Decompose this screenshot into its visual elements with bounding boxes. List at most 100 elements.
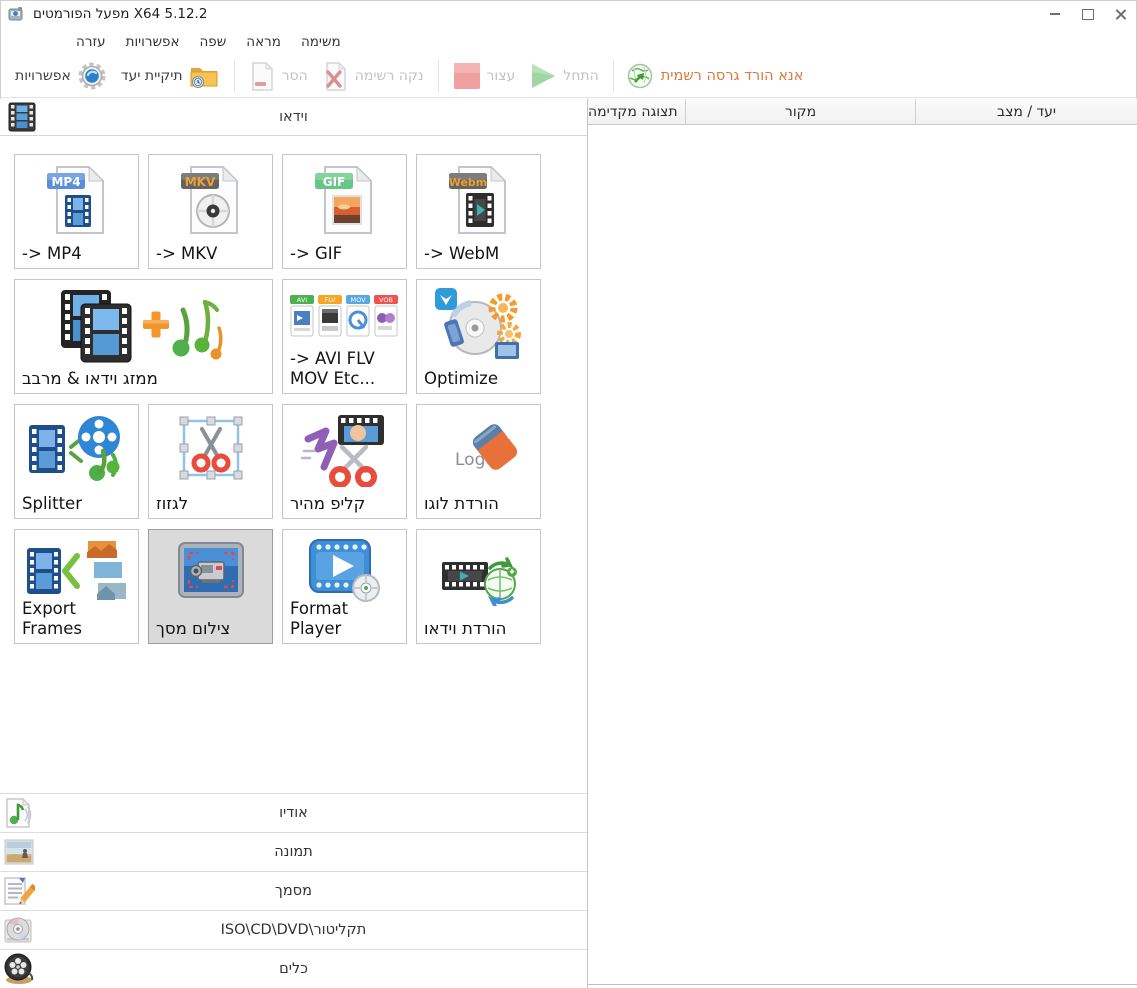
button-to-mkv[interactable]: MKV -> MKV — [148, 154, 273, 269]
button-label: קליפ מהיר — [290, 493, 366, 513]
section-label: אודיו — [279, 805, 308, 821]
screen-record-icon — [177, 542, 244, 598]
button-optimize[interactable]: Optimize — [416, 279, 541, 394]
section-rom-device[interactable]: תקליטור\ISO\CD\DVD — [0, 910, 587, 949]
stop-label: עצור — [486, 68, 516, 84]
options-button[interactable]: אפשרויות — [8, 58, 114, 94]
button-label: צילום מסך — [156, 618, 231, 638]
button-label: -> MP4 — [22, 243, 82, 263]
task-table-header: תצוגה מקדימה מקור יעד / מצב — [588, 99, 1137, 125]
webm-file-icon: Webm — [448, 165, 506, 234]
category-sections: אודיו תמונה מסמך תקליטור\ISO\CD\DVD כלים — [0, 793, 587, 988]
export-frames-icon — [26, 539, 128, 601]
menu-item-language[interactable]: שפה — [189, 31, 236, 53]
button-label: Format Player — [290, 598, 349, 638]
film-reel-icon — [4, 953, 34, 984]
menu-item-view[interactable]: מראה — [236, 31, 291, 53]
toolbar-separator — [233, 60, 235, 92]
output-folder-button[interactable]: תיקיית יעד — [114, 59, 227, 93]
clear-list-button[interactable]: נקה רשימה — [315, 59, 431, 94]
button-label: Splitter — [22, 493, 82, 513]
button-label: -> MKV — [156, 243, 218, 263]
section-picture[interactable]: תמונה — [0, 832, 587, 871]
button-label: -> WebM — [424, 243, 500, 263]
button-label: הורדת וידאו — [424, 618, 507, 638]
svg-text:FLV: FLV — [324, 296, 336, 304]
svg-text:MP4: MP4 — [51, 175, 80, 189]
remove-document-icon — [251, 61, 273, 91]
toolbar-separator — [612, 60, 614, 92]
titlebar: מפעל הפורמטים X64 5.12.2 — [0, 0, 1137, 28]
format-player-icon — [308, 539, 380, 602]
svg-text:MKV: MKV — [184, 175, 215, 189]
button-label: -> AVI FLV MOV Etc... — [290, 348, 376, 388]
audio-note-icon — [6, 797, 32, 828]
picture-icon — [4, 839, 34, 865]
mp4-file-icon: MP4 — [46, 165, 104, 234]
crop-scissors-icon — [179, 416, 242, 480]
button-to-webm[interactable]: Webm -> WebM — [416, 154, 541, 269]
play-triangle-icon — [532, 64, 556, 88]
button-label: -> GIF — [290, 243, 343, 263]
section-label: תמונה — [274, 844, 313, 860]
download-official-label: אנא הורד גרסה רשמית — [660, 68, 804, 84]
button-video-download[interactable]: הורדת וידאו — [416, 529, 541, 644]
svg-text:MOV: MOV — [350, 296, 366, 304]
minimize-icon — [1049, 13, 1060, 15]
remove-button[interactable]: הסר — [242, 59, 315, 94]
task-table-body[interactable] — [588, 125, 1137, 985]
menu-item-task[interactable]: משימה — [291, 31, 351, 53]
button-splitter[interactable]: Splitter — [14, 404, 139, 519]
video-section-title: וידאו — [279, 109, 308, 125]
disc-icon — [4, 917, 32, 943]
button-format-player[interactable]: Format Player — [282, 529, 407, 644]
menu-item-help[interactable]: עזרה — [66, 31, 116, 53]
download-official-link[interactable]: אנא הורד גרסה רשמית — [627, 63, 804, 90]
video-tools-grid: MP4 -> MP4 MKV -> MKV GIF -> GIF Webm ->… — [0, 136, 587, 644]
section-document[interactable]: מסמך — [0, 871, 587, 910]
column-header-target[interactable]: יעד / מצב — [916, 99, 1137, 124]
section-tools[interactable]: כלים — [0, 949, 587, 988]
video-section-header[interactable]: וידאו — [0, 99, 587, 136]
minimize-button[interactable] — [1038, 0, 1071, 28]
button-remove-logo[interactable]: Logo הורדת לוגו — [416, 404, 541, 519]
maximize-button[interactable] — [1071, 0, 1104, 28]
stop-square-icon — [453, 63, 480, 89]
globe-icon — [627, 63, 652, 88]
button-to-mp4[interactable]: MP4 -> MP4 — [14, 154, 139, 269]
output-folder-label: תיקיית יעד — [120, 68, 183, 84]
gif-file-icon: GIF — [314, 165, 372, 234]
mkv-file-icon: MKV — [180, 165, 238, 234]
button-fast-clip[interactable]: קליפ מהיר — [282, 404, 407, 519]
column-header-source[interactable]: מקור — [686, 99, 916, 124]
button-label: הורדת לוגו — [424, 493, 499, 513]
avi-flv-mov-icons: AVI FLV MOV VOB — [289, 295, 398, 337]
button-video-joiner-mux[interactable]: ממזג וידאו & מרבב — [14, 279, 273, 394]
button-label: Export Frames — [22, 598, 83, 638]
window-controls — [1038, 0, 1137, 28]
menu-item-options[interactable]: אפשרויות — [116, 31, 190, 53]
menubar: עזרה אפשרויות שפה מראה משימה — [0, 28, 1137, 55]
button-to-gif[interactable]: GIF -> GIF — [282, 154, 407, 269]
toolbar-separator — [437, 60, 439, 92]
clear-list-icon — [326, 61, 346, 91]
section-label: כלים — [279, 961, 308, 977]
button-export-frames[interactable]: Export Frames — [14, 529, 139, 644]
button-crop[interactable]: לגזוז — [148, 404, 273, 519]
video-download-icon — [441, 557, 517, 606]
folder-clock-icon — [190, 68, 218, 88]
optimize-icon — [434, 288, 521, 359]
button-screen-record[interactable]: צילום מסך — [148, 529, 273, 644]
video-panel: וידאו MP4 -> MP4 MKV -> MKV GIF -> GIF W… — [0, 99, 587, 988]
stop-button[interactable]: עצור — [446, 59, 523, 93]
main-content: וידאו MP4 -> MP4 MKV -> MKV GIF -> GIF W… — [0, 99, 1137, 988]
video-joiner-icon — [60, 290, 222, 363]
close-button[interactable] — [1104, 0, 1137, 28]
start-button[interactable]: התחל — [522, 59, 605, 93]
svg-text:VOB: VOB — [379, 296, 393, 304]
column-header-preview[interactable]: תצוגה מקדימה — [588, 99, 686, 124]
button-to-avi-flv-mov[interactable]: AVI FLV MOV VOB -> AVI FLV MOV Etc... — [282, 279, 407, 394]
splitter-icon — [28, 416, 120, 481]
section-audio[interactable]: אודיו — [0, 793, 587, 832]
options-label: אפשרויות — [15, 68, 71, 84]
